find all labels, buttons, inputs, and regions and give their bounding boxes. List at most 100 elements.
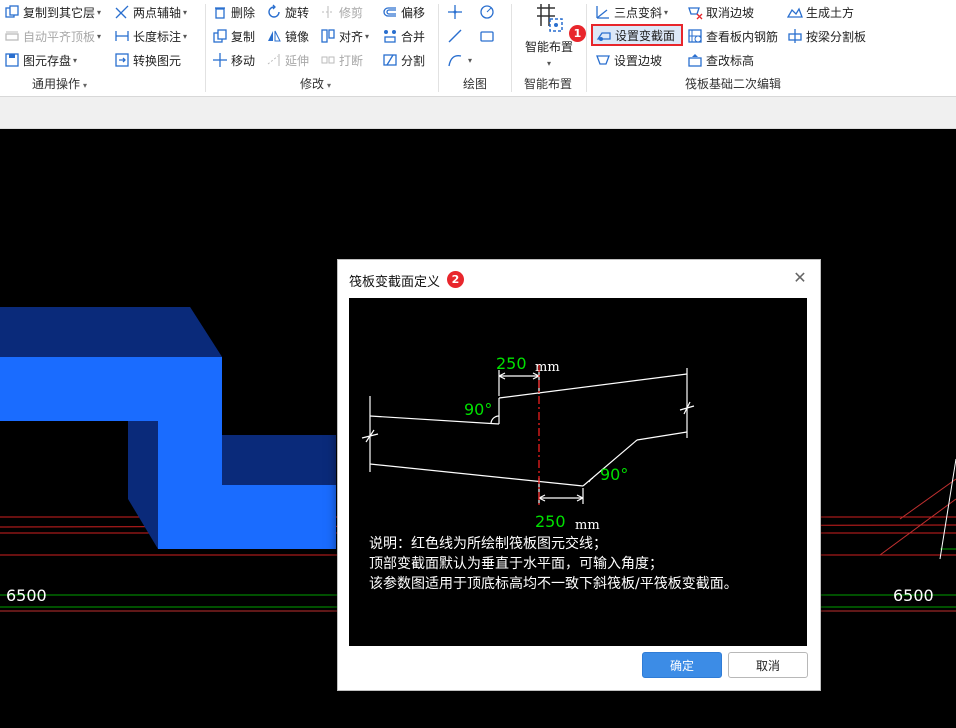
draw-point-button[interactable] — [447, 2, 466, 22]
draw-rect-button[interactable] — [479, 26, 498, 46]
close-icon[interactable]: ✕ — [790, 268, 810, 288]
merge-label: 合并 — [401, 29, 426, 44]
trim-button[interactable]: 修剪 — [320, 2, 363, 22]
copy-layer-icon — [4, 4, 20, 20]
mirror-icon — [266, 28, 282, 44]
three-point-slope-button[interactable]: 三点变斜 ▾ — [595, 2, 668, 22]
note-line-1: 说明：红色线为所绘制筏板图元交线； — [369, 536, 607, 552]
save-element-button[interactable]: 图元存盘 ▾ — [4, 50, 77, 70]
earthwork-icon — [787, 4, 803, 20]
parameter-diagram: 250 mm 90° 90° 250 mm 说明：红色线为所绘制筏板图元交线； … — [349, 298, 807, 646]
tab-strip — [0, 97, 956, 129]
mirror-button[interactable]: 镜像 — [266, 26, 309, 46]
step-badge-1: 1 — [569, 25, 586, 42]
view-rebar-label: 查看板内钢筋 — [706, 29, 779, 44]
cancel-button[interactable]: 取消 — [728, 652, 808, 678]
diagram-notes: 说明：红色线为所绘制筏板图元交线； 顶部变截面默认为垂直于水平面，可输入角度； … — [369, 534, 805, 594]
dimension-left: 6500 — [6, 586, 47, 605]
split-button[interactable]: 分割 — [382, 50, 425, 70]
draw-arc-button[interactable]: ▾ — [447, 50, 472, 70]
delete-button[interactable]: 删除 — [212, 2, 255, 22]
set-edge-slope-button[interactable]: 设置边坡 — [595, 50, 662, 70]
copy-to-layer-label: 复制到其它层 — [23, 5, 96, 20]
length-dim-label: 长度标注 — [133, 29, 182, 44]
flat-top-icon — [4, 28, 20, 44]
cancel-slope-icon — [687, 4, 703, 20]
check-elevation-label: 查改标高 — [706, 53, 755, 68]
two-point-axis-button[interactable]: 两点辅轴 ▾ — [114, 2, 187, 22]
copy-label: 复制 — [231, 29, 256, 44]
view-rebar-button[interactable]: 查看板内钢筋 — [687, 26, 778, 46]
set-edge-slope-label: 设置边坡 — [614, 53, 663, 68]
beam-split-icon — [787, 28, 803, 44]
cancel-edge-slope-button[interactable]: 取消边坡 — [687, 2, 754, 22]
auto-flat-top-label: 自动平齐顶板 — [23, 29, 96, 44]
break-button[interactable]: 打断 — [320, 50, 363, 70]
copy-icon — [212, 28, 228, 44]
cancel-edge-slope-label: 取消边坡 — [706, 5, 755, 20]
group-smart-label: 智能布置 — [524, 77, 573, 91]
gen-earthwork-button[interactable]: 生成土方 — [787, 2, 854, 22]
bottom-edge-right — [636, 431, 688, 441]
set-section-button[interactable]: 设置变截面 — [591, 24, 683, 46]
group-general-label[interactable]: 通用操作 ▾ — [32, 75, 87, 92]
note-line-3: 该参数图适用于顶底标高均不一致下斜筏板/平筏板变截面。 — [369, 576, 738, 592]
two-point-axis-label: 两点辅轴 — [133, 5, 182, 20]
merge-icon — [382, 28, 398, 44]
top-edge-right — [498, 373, 688, 399]
note-line-2: 顶部变截面默认为垂直于水平面，可输入角度； — [369, 556, 663, 572]
extend-icon — [266, 52, 282, 68]
offset-button[interactable]: 偏移 — [382, 2, 425, 22]
draw-circle-button[interactable] — [479, 2, 498, 22]
ok-button[interactable]: 确定 — [642, 652, 722, 678]
split-icon — [382, 52, 398, 68]
merge-button[interactable]: 合并 — [382, 26, 425, 46]
group-general: 复制到其它层 ▾ 自动平齐顶板 ▾ 图元存盘 ▾ 两点辅轴 ▾ 长度标注 ▾ 转换图元 通… — [0, 0, 204, 96]
copy-button[interactable]: 复制 — [212, 26, 255, 46]
trash-icon — [212, 4, 228, 20]
move-label: 移动 — [231, 53, 256, 68]
bottom-edge-left — [369, 463, 584, 487]
dim-bottom-unit: mm — [575, 518, 600, 533]
point-cross-icon — [447, 4, 463, 20]
extend-button[interactable]: 延伸 — [266, 50, 309, 70]
align-label: 对齐 — [339, 29, 364, 44]
rotate-icon — [266, 4, 282, 20]
check-elevation-button[interactable]: 查改标高 — [687, 50, 754, 70]
extend-label: 延伸 — [285, 53, 310, 68]
set-section-label: 设置变截面 — [615, 28, 676, 43]
section-definition-dialog: 筏板变截面定义 2 ✕ 250 mm 90° 90° 250 mm 说明：红色线… — [337, 259, 821, 691]
align-button[interactable]: 对齐 ▾ — [320, 26, 369, 46]
save-element-label: 图元存盘 — [23, 53, 72, 68]
convert-element-button[interactable]: 转换图元 — [114, 50, 181, 70]
draw-line-button[interactable] — [447, 26, 466, 46]
axis-cross-icon — [114, 4, 130, 20]
split-by-beam-button[interactable]: 按梁分割板 — [787, 26, 866, 46]
rectangle-icon — [479, 28, 495, 44]
gen-earthwork-label: 生成土方 — [806, 5, 855, 20]
auto-flat-top-button[interactable]: 自动平齐顶板 ▾ — [4, 26, 101, 46]
dimension-right: 6500 — [893, 586, 934, 605]
group-draw: ▾ 绘图 — [439, 0, 511, 96]
dialog-title: 筏板变截面定义 — [349, 275, 441, 290]
dim-bottom-value: 250 — [535, 512, 566, 531]
rotate-button[interactable]: 旋转 — [266, 2, 309, 22]
group-modify-label[interactable]: 修改 ▾ — [300, 75, 331, 92]
arc-icon — [447, 52, 463, 68]
move-button[interactable]: 移动 — [212, 50, 255, 70]
rebar-view-icon — [687, 28, 703, 44]
convert-icon — [114, 52, 130, 68]
rotate-label: 旋转 — [285, 5, 310, 20]
step-badge-2: 2 — [447, 271, 464, 288]
break-icon — [320, 52, 336, 68]
length-dim-button[interactable]: 长度标注 ▾ — [114, 26, 187, 46]
group-smart: 智能布置 ▾ 智能布置 — [512, 0, 586, 96]
offset-icon — [382, 4, 398, 20]
save-disk-icon — [4, 52, 20, 68]
copy-to-layer-button[interactable]: 复制到其它层 ▾ — [4, 2, 101, 22]
break-label: 打断 — [339, 53, 364, 68]
ribbon-toolbar: 复制到其它层 ▾ 自动平齐顶板 ▾ 图元存盘 ▾ 两点辅轴 ▾ 长度标注 ▾ 转换图元 通… — [0, 0, 956, 97]
line-icon — [447, 28, 463, 44]
trim-icon — [320, 4, 336, 20]
dimension-icon — [114, 28, 130, 44]
